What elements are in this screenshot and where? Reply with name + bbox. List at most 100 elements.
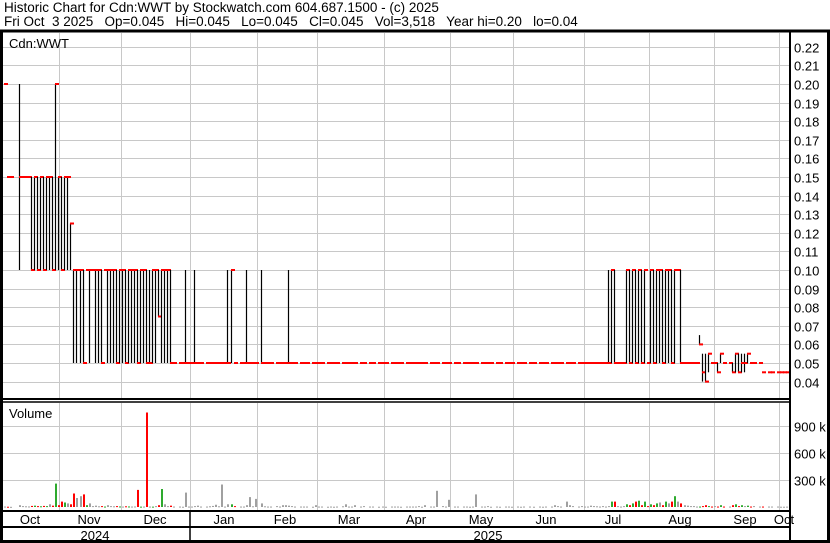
volume-bar xyxy=(394,506,396,508)
volume-bar xyxy=(101,506,103,508)
volume-bar xyxy=(690,506,692,508)
volume-bar xyxy=(729,506,731,508)
month-label: May xyxy=(469,512,494,527)
volume-bar xyxy=(224,506,226,508)
volume-bar xyxy=(517,506,519,508)
volume-bar xyxy=(131,506,133,508)
volume-bar xyxy=(113,506,115,508)
price-tick-label: 0.12 xyxy=(794,227,819,242)
price-tick-label: 0.17 xyxy=(794,134,819,149)
volume-bar xyxy=(665,501,667,507)
volume-bar xyxy=(614,501,616,507)
price-tick-label: 0.05 xyxy=(794,357,819,372)
price-tick-label: 0.21 xyxy=(794,59,819,74)
volume-bar xyxy=(80,496,82,507)
volume-bar xyxy=(469,506,471,508)
volume-bar xyxy=(590,505,592,507)
volume-bar xyxy=(436,490,438,507)
year-label: 2024 xyxy=(81,528,110,543)
volume-bar xyxy=(620,506,622,508)
volume-bar xyxy=(708,506,710,508)
volume-bar xyxy=(149,506,151,508)
volume-bar xyxy=(206,506,208,508)
volume-bar xyxy=(288,505,290,507)
close-tick xyxy=(400,362,404,364)
volume-bar xyxy=(291,506,293,508)
price-tick-label: 0.22 xyxy=(794,41,819,56)
volume-bar xyxy=(98,506,100,508)
volume-bar xyxy=(55,483,57,507)
volume-label: Volume xyxy=(9,406,52,421)
close-tick xyxy=(475,362,479,364)
close-tick xyxy=(354,362,358,364)
volume-bar xyxy=(70,504,72,507)
volume-bar xyxy=(641,505,643,507)
close-tick xyxy=(378,362,382,364)
year-label: 2025 xyxy=(474,528,503,543)
volume-bar xyxy=(677,501,679,507)
volume-bar xyxy=(412,506,414,508)
volume-bar xyxy=(73,493,75,507)
close-tick xyxy=(70,222,74,225)
volume-bar xyxy=(593,506,595,508)
volume-bar xyxy=(720,505,722,507)
close-tick xyxy=(545,362,549,364)
volume-bar xyxy=(490,506,492,508)
volume-bar xyxy=(511,506,513,508)
volume-bar xyxy=(378,506,380,508)
volume-bar xyxy=(234,506,236,508)
close-tick xyxy=(76,269,80,271)
volume-bar xyxy=(768,506,770,508)
volume-bar xyxy=(653,505,655,507)
volume-bar xyxy=(611,501,613,507)
volume-bar xyxy=(345,504,347,507)
volume-bar xyxy=(95,505,97,507)
volume-bar xyxy=(137,489,139,507)
volume-bar xyxy=(687,505,689,507)
volume-bar xyxy=(777,506,779,508)
volume-bar xyxy=(49,504,51,507)
volume-bar xyxy=(119,506,121,508)
volume-bar xyxy=(89,503,91,507)
close-tick xyxy=(572,362,576,364)
volume-tick-label: 600 k xyxy=(794,447,826,462)
volume-bar xyxy=(22,506,24,508)
volume-bar xyxy=(668,503,670,507)
volume-bar xyxy=(107,505,109,507)
volume-bar xyxy=(143,506,145,508)
close-tick xyxy=(321,362,325,364)
volume-bar xyxy=(140,506,142,508)
volume-bar xyxy=(52,505,54,507)
price-tick-label: 0.15 xyxy=(794,171,819,186)
close-tick xyxy=(771,371,775,374)
volume-bar xyxy=(294,506,296,508)
volume-bar xyxy=(382,506,384,508)
volume-bar xyxy=(170,505,172,507)
month-label: Dec xyxy=(143,512,167,527)
volume-bar xyxy=(424,505,426,507)
volume-bar xyxy=(572,506,574,508)
volume-bar xyxy=(753,506,755,508)
volume-bar xyxy=(4,506,6,508)
close-tick xyxy=(385,362,389,364)
volume-bar xyxy=(372,506,374,508)
volume-bar xyxy=(360,506,362,508)
volume-bar xyxy=(418,506,420,508)
volume-bar xyxy=(330,506,332,508)
close-tick xyxy=(231,269,235,271)
volume-bar xyxy=(37,506,39,508)
volume-bar xyxy=(626,504,628,507)
volume-bar xyxy=(644,501,646,507)
volume-bar xyxy=(270,506,272,508)
volume-bar xyxy=(659,502,661,507)
volume-bar xyxy=(545,506,547,508)
volume-bar xyxy=(28,506,30,508)
month-label: Sep xyxy=(733,512,756,527)
volume-bar xyxy=(732,505,734,507)
volume-bar xyxy=(771,506,773,508)
volume-bar xyxy=(557,506,559,508)
volume-bar xyxy=(7,506,9,508)
volume-bar xyxy=(602,506,604,508)
volume-bar xyxy=(397,506,399,508)
close-tick xyxy=(499,362,503,364)
